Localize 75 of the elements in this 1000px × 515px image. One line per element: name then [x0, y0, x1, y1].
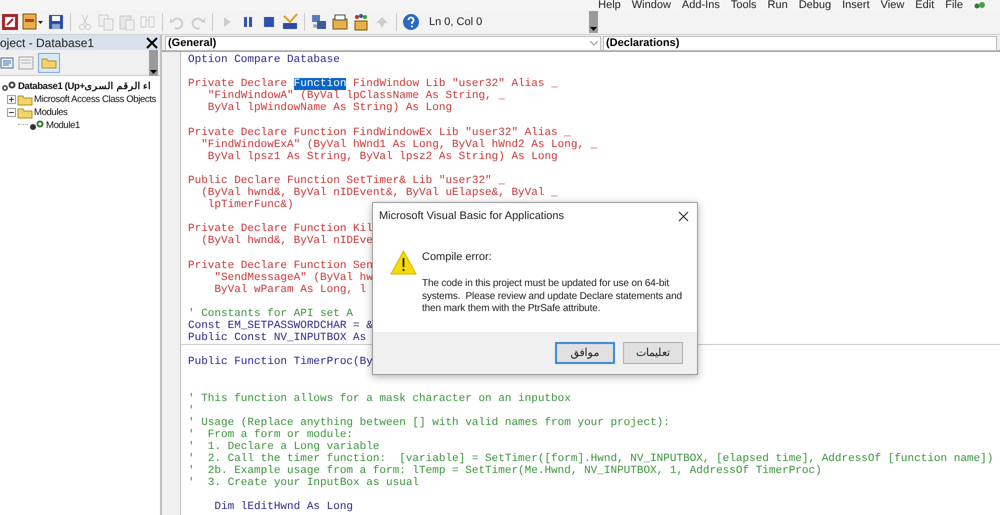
code-line: lpTimerFunc&): [206, 199, 294, 212]
code-line: Private Declare Function FindWindowEx Lib "user32" Alias _: [188, 126, 571, 139]
warning-icon: [390, 250, 417, 275]
cursor-position: Ln 0, Col 0: [429, 14, 482, 30]
dialog-button[interactable]: موافق: [555, 342, 615, 364]
toolbar-grip[interactable]: [589, 11, 598, 33]
close-icon[interactable]: [678, 210, 689, 222]
error-heading: Compile error:: [422, 250, 493, 264]
menu-item[interactable]: Add-Ins: [682, 0, 720, 10]
menu-item[interactable]: Help: [598, 0, 621, 10]
menu-item[interactable]: Run: [768, 0, 788, 10]
menu-item[interactable]: View: [880, 0, 904, 10]
code-line: Public Function TimerProc(By: [188, 356, 373, 368]
tree-item[interactable]: Module1: [46, 119, 80, 132]
menu-item[interactable]: Debug: [798, 0, 832, 10]
view-object-icon: [18, 56, 34, 70]
menu-item[interactable]: Edit: [915, 0, 934, 10]
folder-icon: [41, 56, 57, 68]
chevron-icon: [590, 41, 598, 46]
code-comment: ' 2. Call the timer function: [variable] = SetTimer([form].Hwnd, NV_INPUTBOX, [elapsed time], AddressOf [function name]): [188, 453, 994, 466]
code-comment: ' 1. Declare a Long variable: [188, 441, 380, 453]
tree-item[interactable]: Microsoft Access Class Objects: [34, 93, 156, 106]
properties-icon[interactable]: [331, 13, 349, 31]
menu-item[interactable]: Insert: [842, 0, 870, 10]
code-comment: ' Constants for API set A: [188, 308, 354, 320]
code-line: Dim lEditHwnd As Long: [213, 501, 354, 514]
expand-icon[interactable]: [7, 95, 16, 104]
help-icon[interactable]: [402, 13, 420, 31]
menu-item[interactable]: Window: [632, 0, 671, 10]
dialog-title: Microsoft Visual Basic for Applications: [379, 208, 564, 224]
code-comment: ' 3. Create your InputBox as usual: [188, 477, 420, 490]
menu-item[interactable]: Tools: [730, 0, 757, 10]
code-line: (ByVal hwnd&, ByVal nIDEve: [200, 235, 373, 248]
code-comment: ' This function allows for a mask character on an inputbox: [188, 392, 571, 405]
code-line: Private Declare Function Sen: [188, 260, 373, 272]
code-line: Private Declare Function Kil: [188, 223, 373, 236]
view-code-icon[interactable]: [0, 56, 14, 68]
code-line: Public Const NV_INPUTBOX As: [188, 332, 366, 344]
code-line: Const EM_SETPASSWORDCHAR = &: [188, 320, 373, 332]
tree-item[interactable]: Modules: [34, 106, 68, 119]
procedure-dropdown[interactable]: (Declarations): [603, 36, 997, 51]
collapse-icon[interactable]: [7, 108, 16, 117]
code-line: "FindWindowA" (ByVal lpClassName As String, _: [206, 90, 505, 102]
scroll-grip[interactable]: [149, 50, 158, 76]
code-line: Option Compare Database: [188, 54, 340, 66]
caret-icon: [150, 70, 157, 74]
error-message: The code in this project must be updated for use on 64-bit systems. Please review and update Declare statements and then mark them with the PtrSafe attribute.: [422, 278, 683, 316]
save-icon[interactable]: [47, 13, 65, 31]
dialog-button[interactable]: تعليمات: [623, 342, 683, 364]
tree-item[interactable]: Database1 (Up+اء الرقم السرى: [18, 80, 151, 93]
module-icon: [29, 119, 45, 132]
code-comment: ' 2b. Example usage from a form: lTemp = SetTimer(Me.Hwnd, NV_INPUTBOX, 1, AddressOf TimerProc): [188, 465, 822, 478]
code-line: Private Declare Function FindWindow Lib "user32" Alias _: [188, 78, 558, 90]
toggle-folders-button[interactable]: [38, 52, 60, 72]
code-line: ByVal lpWindowName As String) As Long: [206, 102, 452, 114]
code-line: ByVal wParam As Long, l: [213, 284, 366, 296]
close-icon[interactable]: [146, 36, 158, 48]
menu-item[interactable]: File: [945, 0, 963, 10]
code-comment: ': [188, 404, 195, 417]
code-line: ByVal lpsz1 As String, ByVal lpsz2 As String) As Long: [206, 150, 558, 163]
code-line: Public Declare Function SetTimer& Lib "user32" _: [188, 174, 505, 187]
object-dropdown[interactable]: (General): [165, 36, 601, 51]
code-comment: ' From a form or module:: [188, 428, 354, 441]
folder-icon: [17, 94, 33, 106]
code-line: (ByVal hwnd&, ByVal nIDEvent&, ByVal uElapse&, ByVal _: [200, 187, 558, 200]
ruler-pencil-icon[interactable]: [281, 13, 299, 31]
panel-title: oject - Database1: [0, 36, 94, 50]
object-browser-icon[interactable]: [352, 13, 370, 31]
code-line: "SendMessageA" (ByVal hw: [213, 272, 373, 284]
explorer-icon[interactable]: [310, 13, 328, 31]
folder-icon: [17, 106, 33, 118]
caret-icon: [590, 27, 597, 31]
code-comment: ' Usage (Replace anything between [] with valid names from your project):: [188, 416, 670, 429]
code-line: "FindWindowExA" (ByVal hWnd1 As Long, ByVal hWnd2 As Long, _: [200, 138, 598, 151]
form-icon[interactable]: [22, 13, 44, 31]
